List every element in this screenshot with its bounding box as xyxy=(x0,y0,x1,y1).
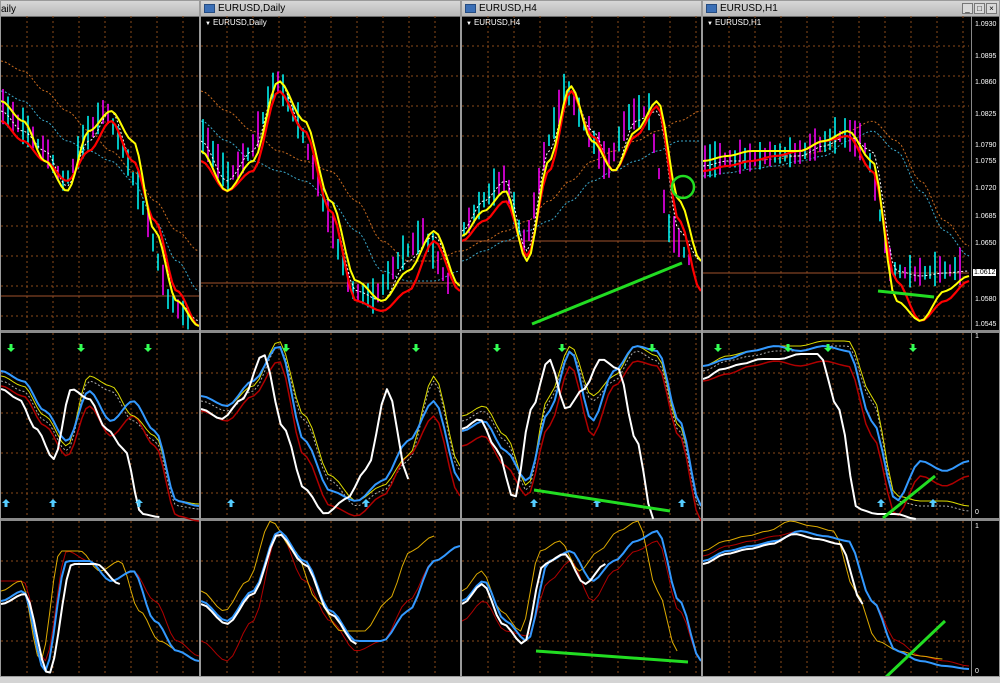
signal-arrow-icon xyxy=(558,344,566,352)
price-label: 1.0720 xyxy=(975,185,997,192)
price-label: 1.0930 xyxy=(975,21,997,28)
osc2-main-line xyxy=(462,530,701,662)
signal-arrow-icon xyxy=(493,344,501,352)
pane-separator xyxy=(462,518,701,521)
osc-dotted-line xyxy=(703,345,970,512)
chart-window-1[interactable]: aily xyxy=(0,0,200,677)
signal-arrow-icon xyxy=(714,344,722,352)
osc-axis-1: 1 0 xyxy=(971,331,999,519)
osc2-signal-line xyxy=(703,533,864,605)
osc2-main-line xyxy=(1,560,199,672)
osc-dotted-line xyxy=(1,380,199,510)
signal-arrow-icon xyxy=(2,499,10,507)
osc-axis-bottom-label: 0 xyxy=(975,668,979,675)
signal-arrow-icon xyxy=(144,344,152,352)
price-label: 1.0580 xyxy=(975,296,997,303)
chart-1-drawing xyxy=(1,16,199,676)
pane-separator xyxy=(703,330,999,333)
osc-signal-line xyxy=(703,353,916,520)
signal-line xyxy=(703,135,970,277)
osc2-orange-line xyxy=(462,520,678,652)
price-label: 1.0650 xyxy=(975,240,997,247)
price-label: 1.0860 xyxy=(975,79,997,86)
pane-separator xyxy=(703,518,999,521)
signal-arrow-icon xyxy=(678,499,686,507)
ma-slow-line xyxy=(462,90,701,292)
chart-window-2[interactable]: EURUSD,Daily ▼ EURUSD,Daily xyxy=(200,0,461,677)
osc-main-line xyxy=(703,345,970,502)
chart-window-4[interactable]: EURUSD,H1 _ □ × ▼ EURUSD,H1 1.0930 1.0895… xyxy=(702,0,1000,677)
pane-separator xyxy=(201,330,460,333)
envelope-lower-line xyxy=(462,140,701,262)
signal-arrow-icon xyxy=(7,344,15,352)
osc-axis-top-label: 1 xyxy=(975,523,979,530)
osc2-red-line xyxy=(703,530,970,667)
osc-axis-bottom-label: 0 xyxy=(975,509,979,516)
pane-separator xyxy=(1,518,199,521)
osc-red-line xyxy=(703,360,970,516)
signal-arrow-icon xyxy=(49,499,57,507)
signal-line xyxy=(1,110,199,322)
chart-4-drawing xyxy=(703,16,999,676)
envelope-upper-line xyxy=(1,60,199,252)
pane-separator xyxy=(201,518,460,521)
price-label: 1.0790 xyxy=(975,142,997,149)
price-label: 1.0895 xyxy=(975,53,997,60)
osc-dotted-line xyxy=(201,346,460,507)
signal-arrow-icon xyxy=(877,499,885,507)
chart-2-drawing xyxy=(201,16,460,676)
osc-main-line xyxy=(1,370,199,507)
price-label: 1.0825 xyxy=(975,111,997,118)
current-price-label: 1.0612 xyxy=(973,269,997,276)
ma-slow-line xyxy=(703,134,970,322)
ma-slow-line xyxy=(1,119,199,327)
osc-axis-2: 1 0 xyxy=(971,521,999,676)
trendline-price xyxy=(531,261,683,326)
osc2-orange-line xyxy=(1,550,180,661)
pane-separator xyxy=(462,330,701,333)
price-axis: 1.0930 1.0895 1.0860 1.0825 1.0790 1.075… xyxy=(971,16,999,330)
osc2-main-line xyxy=(703,530,970,670)
signal-arrow-icon xyxy=(77,344,85,352)
envelope-upper-line xyxy=(703,120,970,247)
price-label: 1.0685 xyxy=(975,213,997,220)
price-label: 1.0755 xyxy=(975,158,997,165)
trendline-osc2 xyxy=(535,649,689,664)
osc-axis-top-label: 1 xyxy=(975,333,979,340)
pane-separator xyxy=(1,330,199,333)
signal-arrow-icon xyxy=(824,344,832,352)
price-label: 1.0545 xyxy=(975,321,997,328)
status-bar xyxy=(0,677,1000,683)
chart-window-3[interactable]: EURUSD,H4 ▼ EURUSD,H4 xyxy=(461,0,702,677)
signal-arrow-icon xyxy=(909,344,917,352)
signal-arrow-icon xyxy=(530,499,538,507)
signal-arrow-icon xyxy=(282,344,290,352)
ma-fast-line xyxy=(462,85,701,262)
chart-3-drawing xyxy=(462,16,701,676)
signal-arrow-icon xyxy=(412,344,420,352)
signal-arrow-icon xyxy=(227,499,235,507)
osc2-orange-line xyxy=(703,520,943,660)
